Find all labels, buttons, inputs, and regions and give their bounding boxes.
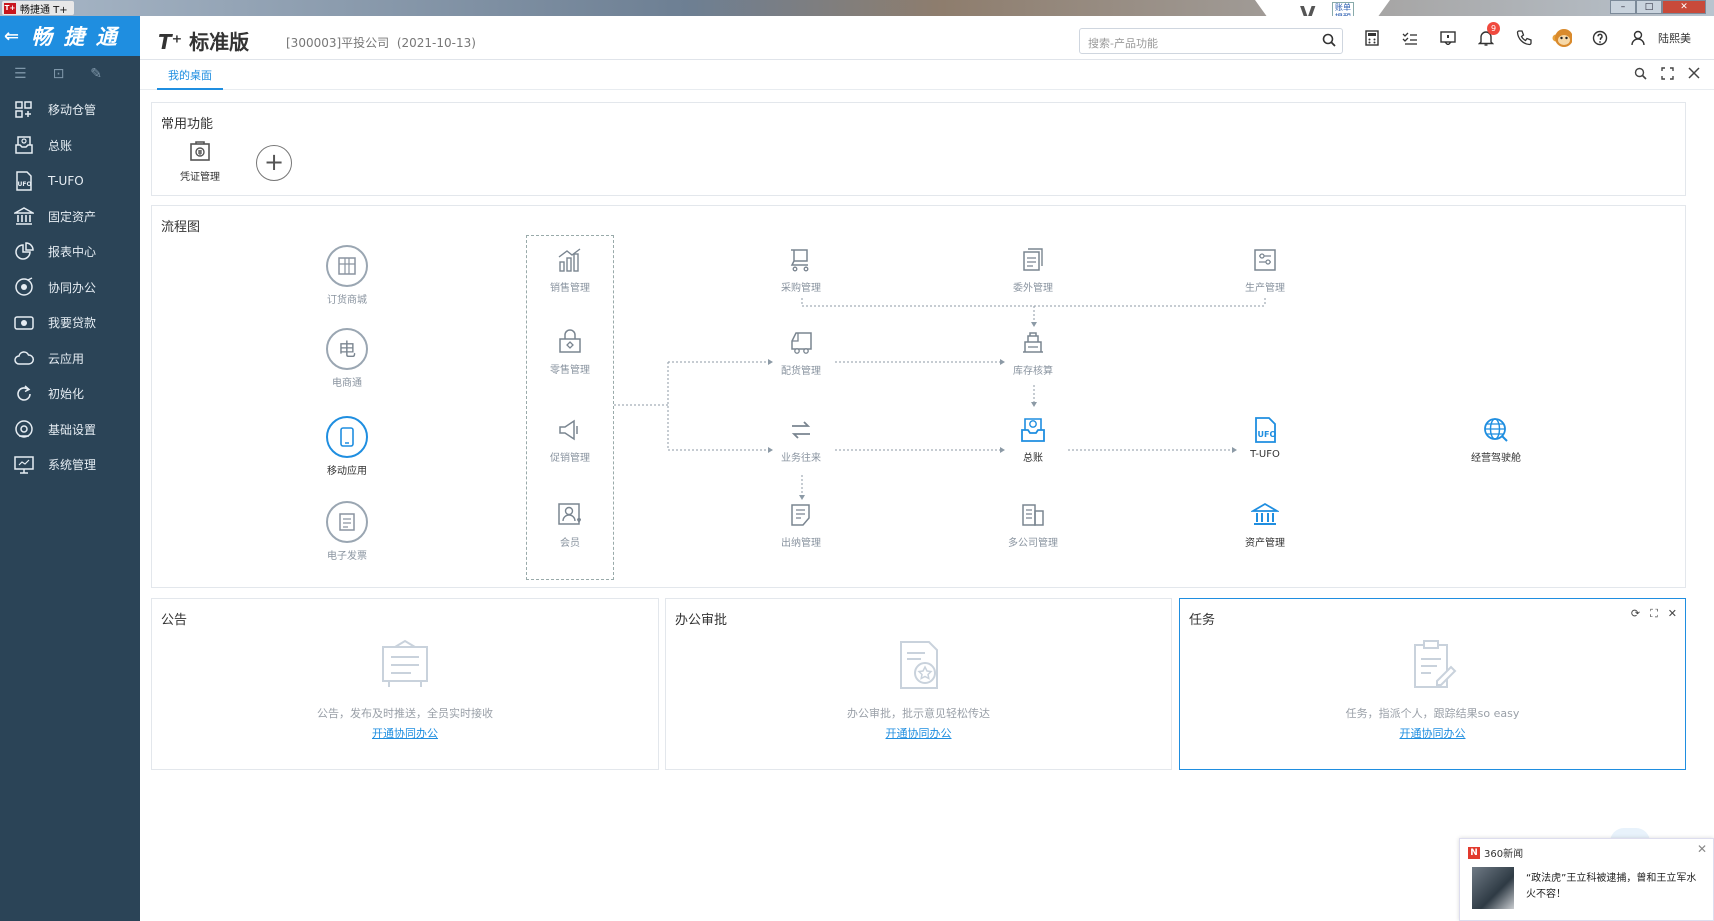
node-label: 出纳管理 bbox=[781, 538, 821, 549]
news-thumbnail[interactable] bbox=[1472, 867, 1514, 909]
node-label: 电子发票 bbox=[327, 551, 367, 562]
node-label: 业务往来 bbox=[781, 453, 821, 464]
store-icon bbox=[326, 245, 368, 287]
outsource-icon bbox=[1018, 245, 1048, 275]
card-title: 办公审批 bbox=[675, 613, 728, 628]
flow-node-production[interactable]: 生产管理 bbox=[1215, 245, 1315, 294]
flow-node-ecommerce[interactable]: 电 电商通 bbox=[297, 328, 397, 389]
flow-node-retail[interactable]: 零售管理 bbox=[520, 327, 620, 376]
enable-collab-link[interactable]: 开通协同办公 bbox=[666, 725, 1171, 741]
card-title: 公告 bbox=[161, 613, 188, 628]
fullscreen-icon[interactable]: ⛶ bbox=[1650, 607, 1658, 621]
flow-node-member[interactable]: 会员 bbox=[520, 500, 620, 549]
flow-node-sales[interactable]: 销售管理 bbox=[520, 245, 620, 294]
node-label: 销售管理 bbox=[550, 283, 590, 294]
card-tools: ⟳ ⛶ ✕ bbox=[1631, 607, 1677, 621]
node-label: T-UFO bbox=[1250, 449, 1280, 460]
news-header: N 360新闻 bbox=[1468, 845, 1523, 860]
card-title: 任务 bbox=[1189, 613, 1216, 628]
svg-text:UFO: UFO bbox=[1258, 430, 1277, 439]
news-popup[interactable]: N 360新闻 ✕ “政法虎”王立科被逮捕，曾和王立军水火不容！ bbox=[1459, 838, 1714, 921]
truck-icon bbox=[786, 328, 816, 358]
approval-icon bbox=[666, 639, 1171, 695]
retail-icon bbox=[555, 327, 585, 357]
approval-card: 办公审批 办公审批，批示意见轻松传达 开通协同办公 bbox=[665, 598, 1172, 770]
node-label: 电商通 bbox=[332, 378, 362, 389]
cart-icon bbox=[786, 245, 816, 275]
globe-icon bbox=[1481, 415, 1511, 445]
node-label: 多公司管理 bbox=[1008, 538, 1058, 549]
building-icon bbox=[1018, 500, 1048, 530]
card-text: 任务，指派个人，跟踪结果so easy bbox=[1345, 707, 1520, 720]
news-source: 360新闻 bbox=[1484, 849, 1524, 860]
node-label: 库存核算 bbox=[1013, 366, 1053, 377]
flow-node-business[interactable]: 业务往来 bbox=[751, 415, 851, 464]
flow-node-outsource[interactable]: 委外管理 bbox=[983, 245, 1083, 294]
sales-icon bbox=[555, 245, 585, 275]
ufo-icon: UFO bbox=[1250, 415, 1280, 445]
member-icon bbox=[555, 500, 585, 530]
inventory-icon bbox=[1018, 328, 1048, 358]
ecommerce-icon: 电 bbox=[326, 328, 368, 370]
flow-node-cashier[interactable]: 出纳管理 bbox=[751, 500, 851, 549]
flow-node-purchase[interactable]: 采购管理 bbox=[751, 245, 851, 294]
refresh-icon[interactable]: ⟳ bbox=[1631, 607, 1640, 621]
flow-node-promotion[interactable]: 促销管理 bbox=[520, 415, 620, 464]
flow-node-inventory[interactable]: 库存核算 bbox=[983, 328, 1083, 377]
node-label: 资产管理 bbox=[1245, 538, 1285, 549]
flow-node-mobile-app[interactable]: 移动应用 bbox=[297, 416, 397, 477]
node-label: 会员 bbox=[560, 538, 580, 549]
flow-node-ledger[interactable]: 总账 bbox=[983, 415, 1083, 464]
flow-node-e-invoice[interactable]: 电子发票 bbox=[297, 501, 397, 562]
node-label: 经营驾驶舱 bbox=[1471, 453, 1521, 464]
node-label: 配货管理 bbox=[781, 366, 821, 377]
transfer-icon bbox=[786, 415, 816, 445]
promotion-icon bbox=[555, 415, 585, 445]
notice-card: 公告 公告，发布及时推送，全员实时接收 开通协同办公 bbox=[151, 598, 659, 770]
bank-icon bbox=[1250, 500, 1280, 530]
news-logo-icon: N bbox=[1468, 846, 1480, 859]
node-label: 总账 bbox=[1023, 453, 1043, 464]
node-label: 移动应用 bbox=[327, 466, 367, 477]
notice-board-icon bbox=[152, 639, 658, 695]
flow-node-distribution[interactable]: 配货管理 bbox=[751, 328, 851, 377]
ledger-icon bbox=[1018, 415, 1048, 445]
enable-collab-link[interactable]: 开通协同办公 bbox=[1180, 725, 1685, 741]
flow-node-assets[interactable]: 资产管理 bbox=[1215, 500, 1315, 549]
flow-node-multi-company[interactable]: 多公司管理 bbox=[983, 500, 1083, 549]
task-card: 任务 ⟳ ⛶ ✕ 任务，指派个人，跟踪结果so easy 开通协同办公 bbox=[1179, 598, 1686, 770]
flow-node-cockpit[interactable]: 经营驾驶舱 bbox=[1446, 415, 1546, 464]
production-icon bbox=[1250, 245, 1280, 275]
node-label: 生产管理 bbox=[1245, 283, 1285, 294]
card-text: 公告，发布及时推送，全员实时接收 bbox=[317, 707, 493, 720]
close-icon[interactable]: ✕ bbox=[1697, 842, 1707, 856]
node-label: 委外管理 bbox=[1013, 283, 1053, 294]
mobile-app-icon bbox=[326, 416, 368, 458]
node-label: 零售管理 bbox=[550, 365, 590, 376]
flow-node-tufo[interactable]: UFO T-UFO bbox=[1215, 415, 1315, 460]
task-icon bbox=[1180, 639, 1685, 695]
node-label: 采购管理 bbox=[781, 283, 821, 294]
close-icon[interactable]: ✕ bbox=[1668, 607, 1677, 621]
flow-node-order-mall[interactable]: 订货商城 bbox=[297, 245, 397, 306]
news-headline[interactable]: “政法虎”王立科被逮捕，曾和王立军水火不容！ bbox=[1526, 871, 1706, 903]
node-label: 订货商城 bbox=[327, 295, 367, 306]
cashier-icon bbox=[786, 500, 816, 530]
card-text: 办公审批，批示意见轻松传达 bbox=[847, 707, 990, 720]
node-label: 促销管理 bbox=[550, 453, 590, 464]
e-invoice-icon bbox=[326, 501, 368, 543]
enable-collab-link[interactable]: 开通协同办公 bbox=[152, 725, 658, 741]
